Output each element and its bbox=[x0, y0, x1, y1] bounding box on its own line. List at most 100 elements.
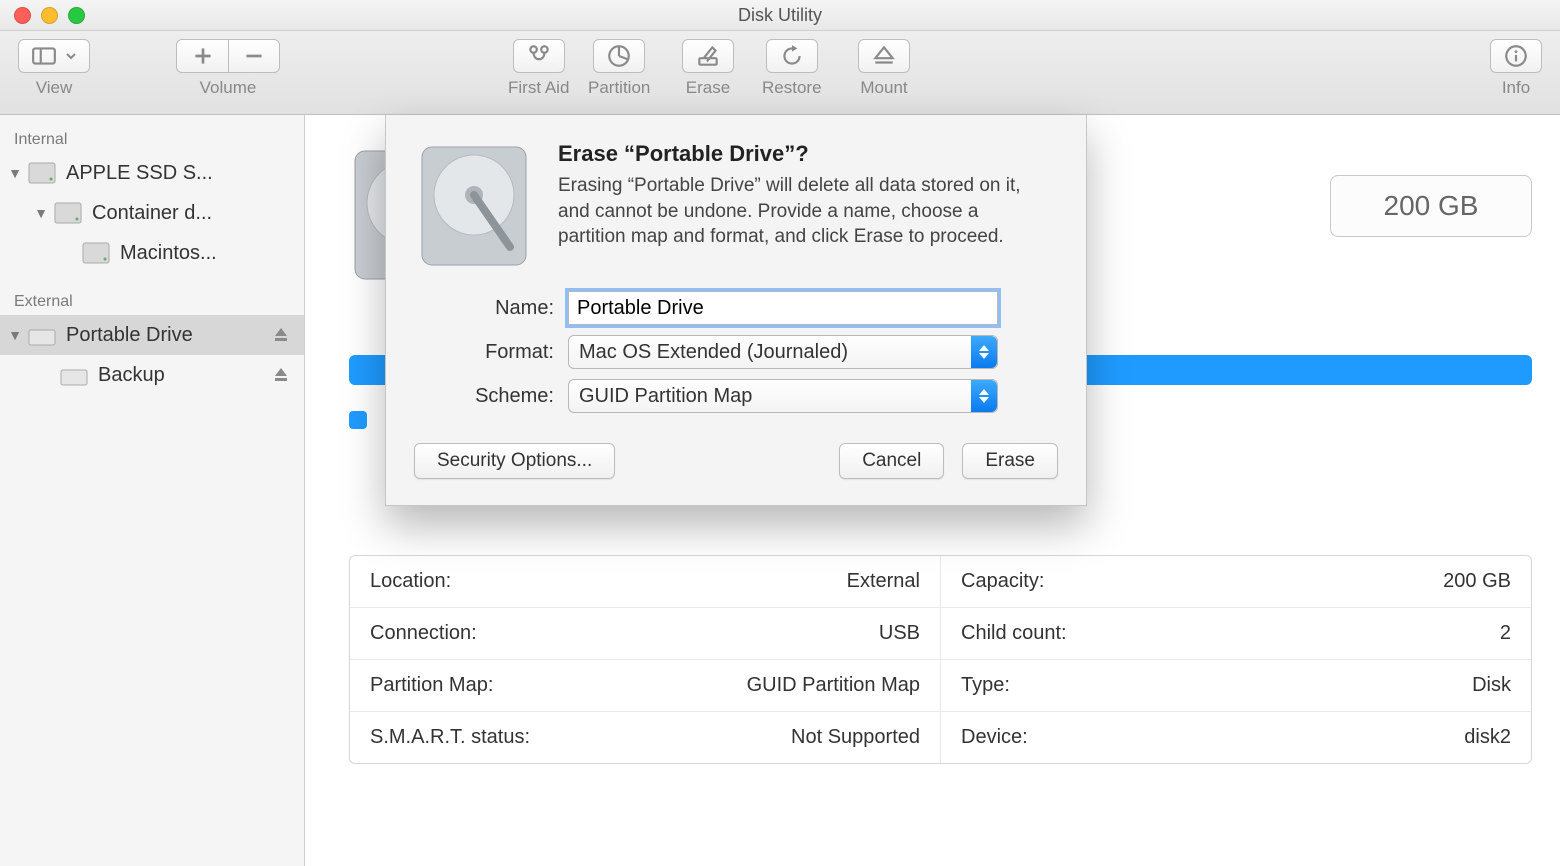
hard-drive-icon bbox=[414, 141, 534, 271]
sidebar-item-label: Macintos... bbox=[120, 242, 296, 265]
sidebar-item-backup[interactable]: ▼ Backup bbox=[0, 355, 304, 395]
window-buttons bbox=[14, 7, 85, 24]
info-row: Location: External bbox=[350, 556, 940, 608]
format-value: Mac OS Extended (Journaled) bbox=[579, 341, 848, 364]
toolbar-volume-group: Volume bbox=[176, 39, 280, 98]
info-value: USB bbox=[879, 622, 920, 645]
sidebar-item-label: Backup bbox=[98, 364, 272, 387]
toolbar-erase-group: Erase bbox=[682, 39, 734, 98]
remove-volume-button[interactable] bbox=[228, 39, 280, 73]
select-stepper-icon bbox=[971, 336, 997, 368]
sidebar-item-container[interactable]: ▼ Container d... bbox=[0, 193, 304, 233]
plus-icon bbox=[190, 43, 216, 69]
toolbar-restore-group: Restore bbox=[762, 39, 822, 98]
info-value: 200 GB bbox=[1443, 570, 1511, 593]
mount-icon bbox=[871, 43, 897, 69]
scheme-label: Scheme: bbox=[414, 385, 554, 408]
info-value: Disk bbox=[1472, 674, 1511, 697]
dialog-message: Erasing “Portable Drive” will delete all… bbox=[558, 173, 1038, 250]
erase-button[interactable] bbox=[682, 39, 734, 73]
scheme-select[interactable]: GUID Partition Map bbox=[568, 379, 998, 413]
restore-button[interactable] bbox=[766, 39, 818, 73]
format-select[interactable]: Mac OS Extended (Journaled) bbox=[568, 335, 998, 369]
info-button[interactable] bbox=[1490, 39, 1542, 73]
mount-button[interactable] bbox=[858, 39, 910, 73]
toolbar-erase-label: Erase bbox=[682, 78, 734, 98]
info-row: Partition Map: GUID Partition Map bbox=[350, 660, 940, 712]
scheme-value: GUID Partition Map bbox=[579, 385, 752, 408]
toolbar: View Volume First Ai bbox=[0, 31, 1560, 115]
info-row: Device: disk2 bbox=[941, 712, 1531, 763]
security-options-button[interactable]: Security Options... bbox=[414, 443, 615, 479]
format-label: Format: bbox=[414, 341, 554, 364]
restore-icon bbox=[779, 43, 805, 69]
partition-button[interactable] bbox=[593, 39, 645, 73]
info-label: Type: bbox=[961, 674, 1010, 697]
titlebar: Disk Utility bbox=[0, 0, 1560, 31]
toolbar-volume-label: Volume bbox=[176, 78, 280, 98]
zoom-window-button[interactable] bbox=[68, 7, 85, 24]
info-label: Location: bbox=[370, 570, 451, 593]
toolbar-restore-label: Restore bbox=[762, 78, 822, 98]
info-row: Child count: 2 bbox=[941, 608, 1531, 660]
info-row: Capacity: 200 GB bbox=[941, 556, 1531, 608]
info-icon bbox=[1503, 43, 1529, 69]
cancel-button[interactable]: Cancel bbox=[839, 443, 944, 479]
view-button[interactable] bbox=[18, 39, 90, 73]
info-col-left: Location: External Connection: USB Parti… bbox=[350, 556, 941, 763]
window-title: Disk Utility bbox=[738, 5, 822, 25]
toolbar-view-group: View bbox=[18, 39, 90, 98]
first-aid-button[interactable] bbox=[513, 39, 565, 73]
select-stepper-icon bbox=[971, 380, 997, 412]
name-input[interactable] bbox=[568, 291, 998, 325]
sidebar-internal-heading: Internal bbox=[0, 125, 304, 153]
sidebar-item-apple-ssd[interactable]: ▼ APPLE SSD S... bbox=[0, 153, 304, 193]
capacity-badge-value: 200 GB bbox=[1384, 190, 1479, 222]
sidebar-item-label: APPLE SSD S... bbox=[66, 162, 296, 185]
info-label: Device: bbox=[961, 726, 1028, 749]
info-value: disk2 bbox=[1464, 726, 1511, 749]
capacity-badge: 200 GB bbox=[1330, 175, 1532, 237]
info-value: GUID Partition Map bbox=[747, 674, 920, 697]
chevron-down-icon bbox=[65, 50, 77, 62]
info-table: Location: External Connection: USB Parti… bbox=[349, 555, 1532, 764]
info-label: Child count: bbox=[961, 622, 1067, 645]
info-row: Connection: USB bbox=[350, 608, 940, 660]
disclosure-icon[interactable]: ▼ bbox=[34, 205, 48, 221]
add-volume-button[interactable] bbox=[176, 39, 228, 73]
info-label: Partition Map: bbox=[370, 674, 493, 697]
toolbar-firstaid-label: First Aid bbox=[508, 78, 569, 98]
sidebar-external-heading: External bbox=[0, 287, 304, 315]
confirm-erase-button[interactable]: Erase bbox=[962, 443, 1058, 479]
toolbar-info-label: Info bbox=[1490, 78, 1542, 98]
disclosure-icon[interactable]: ▼ bbox=[8, 327, 22, 343]
erase-icon bbox=[695, 43, 721, 69]
internal-disk-icon bbox=[54, 202, 82, 224]
info-label: S.M.A.R.T. status: bbox=[370, 726, 530, 749]
eject-icon[interactable] bbox=[272, 366, 290, 384]
sidebar-item-portable-drive[interactable]: ▼ Portable Drive bbox=[0, 315, 304, 355]
minimize-window-button[interactable] bbox=[41, 7, 58, 24]
toolbar-info-group: Info bbox=[1490, 39, 1542, 98]
eject-icon[interactable] bbox=[272, 326, 290, 344]
toolbar-view-label: View bbox=[18, 78, 90, 98]
external-disk-icon bbox=[28, 324, 56, 346]
info-row: Type: Disk bbox=[941, 660, 1531, 712]
info-label: Connection: bbox=[370, 622, 477, 645]
internal-disk-icon bbox=[82, 242, 110, 264]
dialog-heading: Erase “Portable Drive”? bbox=[558, 141, 1038, 167]
toolbar-mount-label: Mount bbox=[858, 78, 910, 98]
minus-icon bbox=[241, 43, 267, 69]
info-row: S.M.A.R.T. status: Not Supported bbox=[350, 712, 940, 763]
info-label: Capacity: bbox=[961, 570, 1044, 593]
pie-icon bbox=[606, 43, 632, 69]
name-label: Name: bbox=[414, 297, 554, 320]
usage-legend-chip bbox=[349, 411, 367, 429]
close-window-button[interactable] bbox=[14, 7, 31, 24]
sidebar-item-macintosh-hd[interactable]: ▼ Macintos... bbox=[0, 233, 304, 273]
info-value: 2 bbox=[1500, 622, 1511, 645]
toolbar-mount-group: Mount bbox=[858, 39, 910, 98]
stethoscope-icon bbox=[526, 43, 552, 69]
disclosure-icon[interactable]: ▼ bbox=[8, 165, 22, 181]
sidebar-item-label: Container d... bbox=[92, 202, 296, 225]
